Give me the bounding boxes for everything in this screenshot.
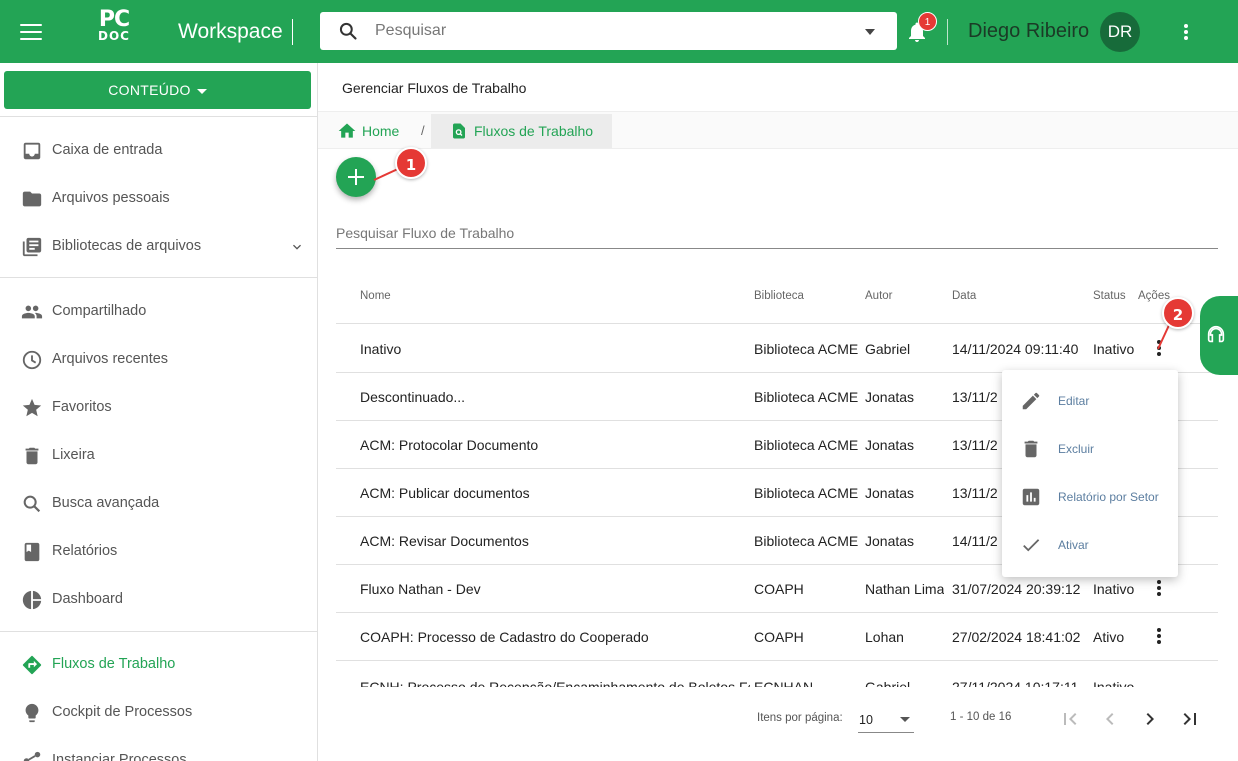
previous-page-icon[interactable] [1098,707,1122,731]
items-per-page-select[interactable]: 10 [858,706,914,733]
col-name[interactable]: Nome [360,290,391,302]
callout-badge: 2 [1162,297,1194,329]
table-row[interactable]: Inativo Biblioteca ACME Gabriel 14/11/20… [336,325,1218,373]
breadcrumb-current[interactable]: Fluxos de Trabalho [431,114,612,148]
row-action-menu: Editar Excluir Relatório por Setor Ativa… [1002,370,1178,577]
divider [0,277,318,278]
first-page-icon[interactable] [1058,707,1082,731]
book-icon [24,542,40,562]
search-icon [23,495,41,513]
logo[interactable]: PC DOC [86,9,142,46]
user-name[interactable]: Diego Ribeiro [968,20,1089,43]
check-icon [1023,539,1040,552]
sidebar-item-instantiate-processes[interactable]: Instanciar Processos [0,741,317,761]
global-search[interactable] [320,12,897,50]
workspace-title: Workspace [178,20,283,43]
menu-item-activate[interactable]: Ativar [1002,521,1178,569]
star-icon [22,398,42,417]
headset-icon [1207,325,1225,343]
menu-item-sector-report[interactable]: Relatório por Setor [1002,473,1178,521]
document-search-icon [453,123,465,139]
inbox-icon [23,142,41,160]
pie-chart-icon [22,590,42,610]
clock-icon [22,350,42,370]
page-title: Gerenciar Fluxos de Trabalho [342,80,527,96]
sidebar-item-workflows[interactable]: Fluxos de Trabalho [0,645,317,685]
sidebar-item-file-libraries[interactable]: Bibliotecas de arquivos [0,227,317,267]
menu-icon[interactable] [20,24,42,40]
table-row[interactable]: COAPH: Processo de Cadastro do Cooperado… [336,613,1218,661]
items-per-page-label: Itens por página: [757,712,843,724]
sidebar-item-reports[interactable]: Relatórios [0,532,317,572]
sidebar-item-personal-files[interactable]: Arquivos pessoais [0,179,317,219]
workflow-icon [22,655,42,675]
page-range: 1 - 10 de 16 [950,711,1012,723]
menu-item-edit[interactable]: Editar [1002,377,1178,425]
last-page-icon[interactable] [1178,707,1202,731]
search-dropdown-icon[interactable] [865,29,875,35]
caret-down-icon [900,717,910,722]
folder-icon [22,191,42,207]
sidebar-item-recent-files[interactable]: Arquivos recentes [0,340,317,380]
trash-icon [1024,440,1038,458]
lightbulb-icon [25,703,39,723]
search-icon [339,22,357,40]
sidebar-item-advanced-search[interactable]: Busca avançada [0,484,317,524]
sidebar-item-process-cockpit[interactable]: Cockpit de Processos [0,693,317,733]
row-actions-icon[interactable] [1154,580,1164,598]
divider [0,116,318,117]
col-actions: Ações [1138,290,1170,302]
notification-badge: 1 [918,12,937,31]
divider [947,19,948,45]
workflow-search-input[interactable] [336,219,1218,247]
pencil-icon [1022,392,1040,410]
col-date[interactable]: Data [952,290,976,302]
table-row[interactable]: ECNH: Processo de Recepção/Encaminhament… [336,661,1218,687]
divider [292,19,293,45]
col-library[interactable]: Biblioteca [754,290,804,302]
sidebar-item-favorites[interactable]: Favoritos [0,388,317,428]
bar-chart-icon [1022,488,1040,506]
top-bar: PC DOC Workspace 1 Diego Ribeiro DR [0,0,1238,63]
menu-item-delete[interactable]: Excluir [1002,425,1178,473]
library-icon [22,237,42,257]
sidebar-item-trash[interactable]: Lixeira [0,436,317,476]
add-workflow-button[interactable] [336,157,376,197]
col-status[interactable]: Status [1093,290,1126,302]
support-tab[interactable] [1200,296,1238,375]
share-icon [23,751,41,761]
breadcrumb-home[interactable]: Home [337,121,399,146]
avatar[interactable]: DR [1100,12,1140,52]
people-icon [21,305,43,319]
main-content: Gerenciar Fluxos de Trabalho Home / Flux… [318,63,1238,761]
caret-down-icon [196,88,207,94]
content-button[interactable]: CONTEÚDO [4,71,311,109]
callout-badge: 1 [395,147,427,179]
breadcrumb: Home / Fluxos de Trabalho [318,111,1238,149]
more-vert-icon[interactable] [1176,24,1196,42]
col-author[interactable]: Autor [865,290,893,302]
sidebar-item-dashboard[interactable]: Dashboard [0,580,317,620]
row-actions-icon[interactable] [1154,628,1164,646]
chevron-down-icon[interactable] [289,239,305,255]
trash-icon [25,447,39,465]
home-icon [338,123,356,138]
global-search-input[interactable] [375,20,855,42]
sidebar-item-inbox[interactable]: Caixa de entrada [0,131,317,171]
divider [0,631,318,632]
next-page-icon[interactable] [1138,707,1162,731]
sidebar: CONTEÚDO Caixa de entrada Arquivos pesso… [0,63,318,761]
workflow-search[interactable] [336,219,1218,249]
sidebar-item-shared[interactable]: Compartilhado [0,292,317,332]
breadcrumb-separator: / [421,123,425,138]
